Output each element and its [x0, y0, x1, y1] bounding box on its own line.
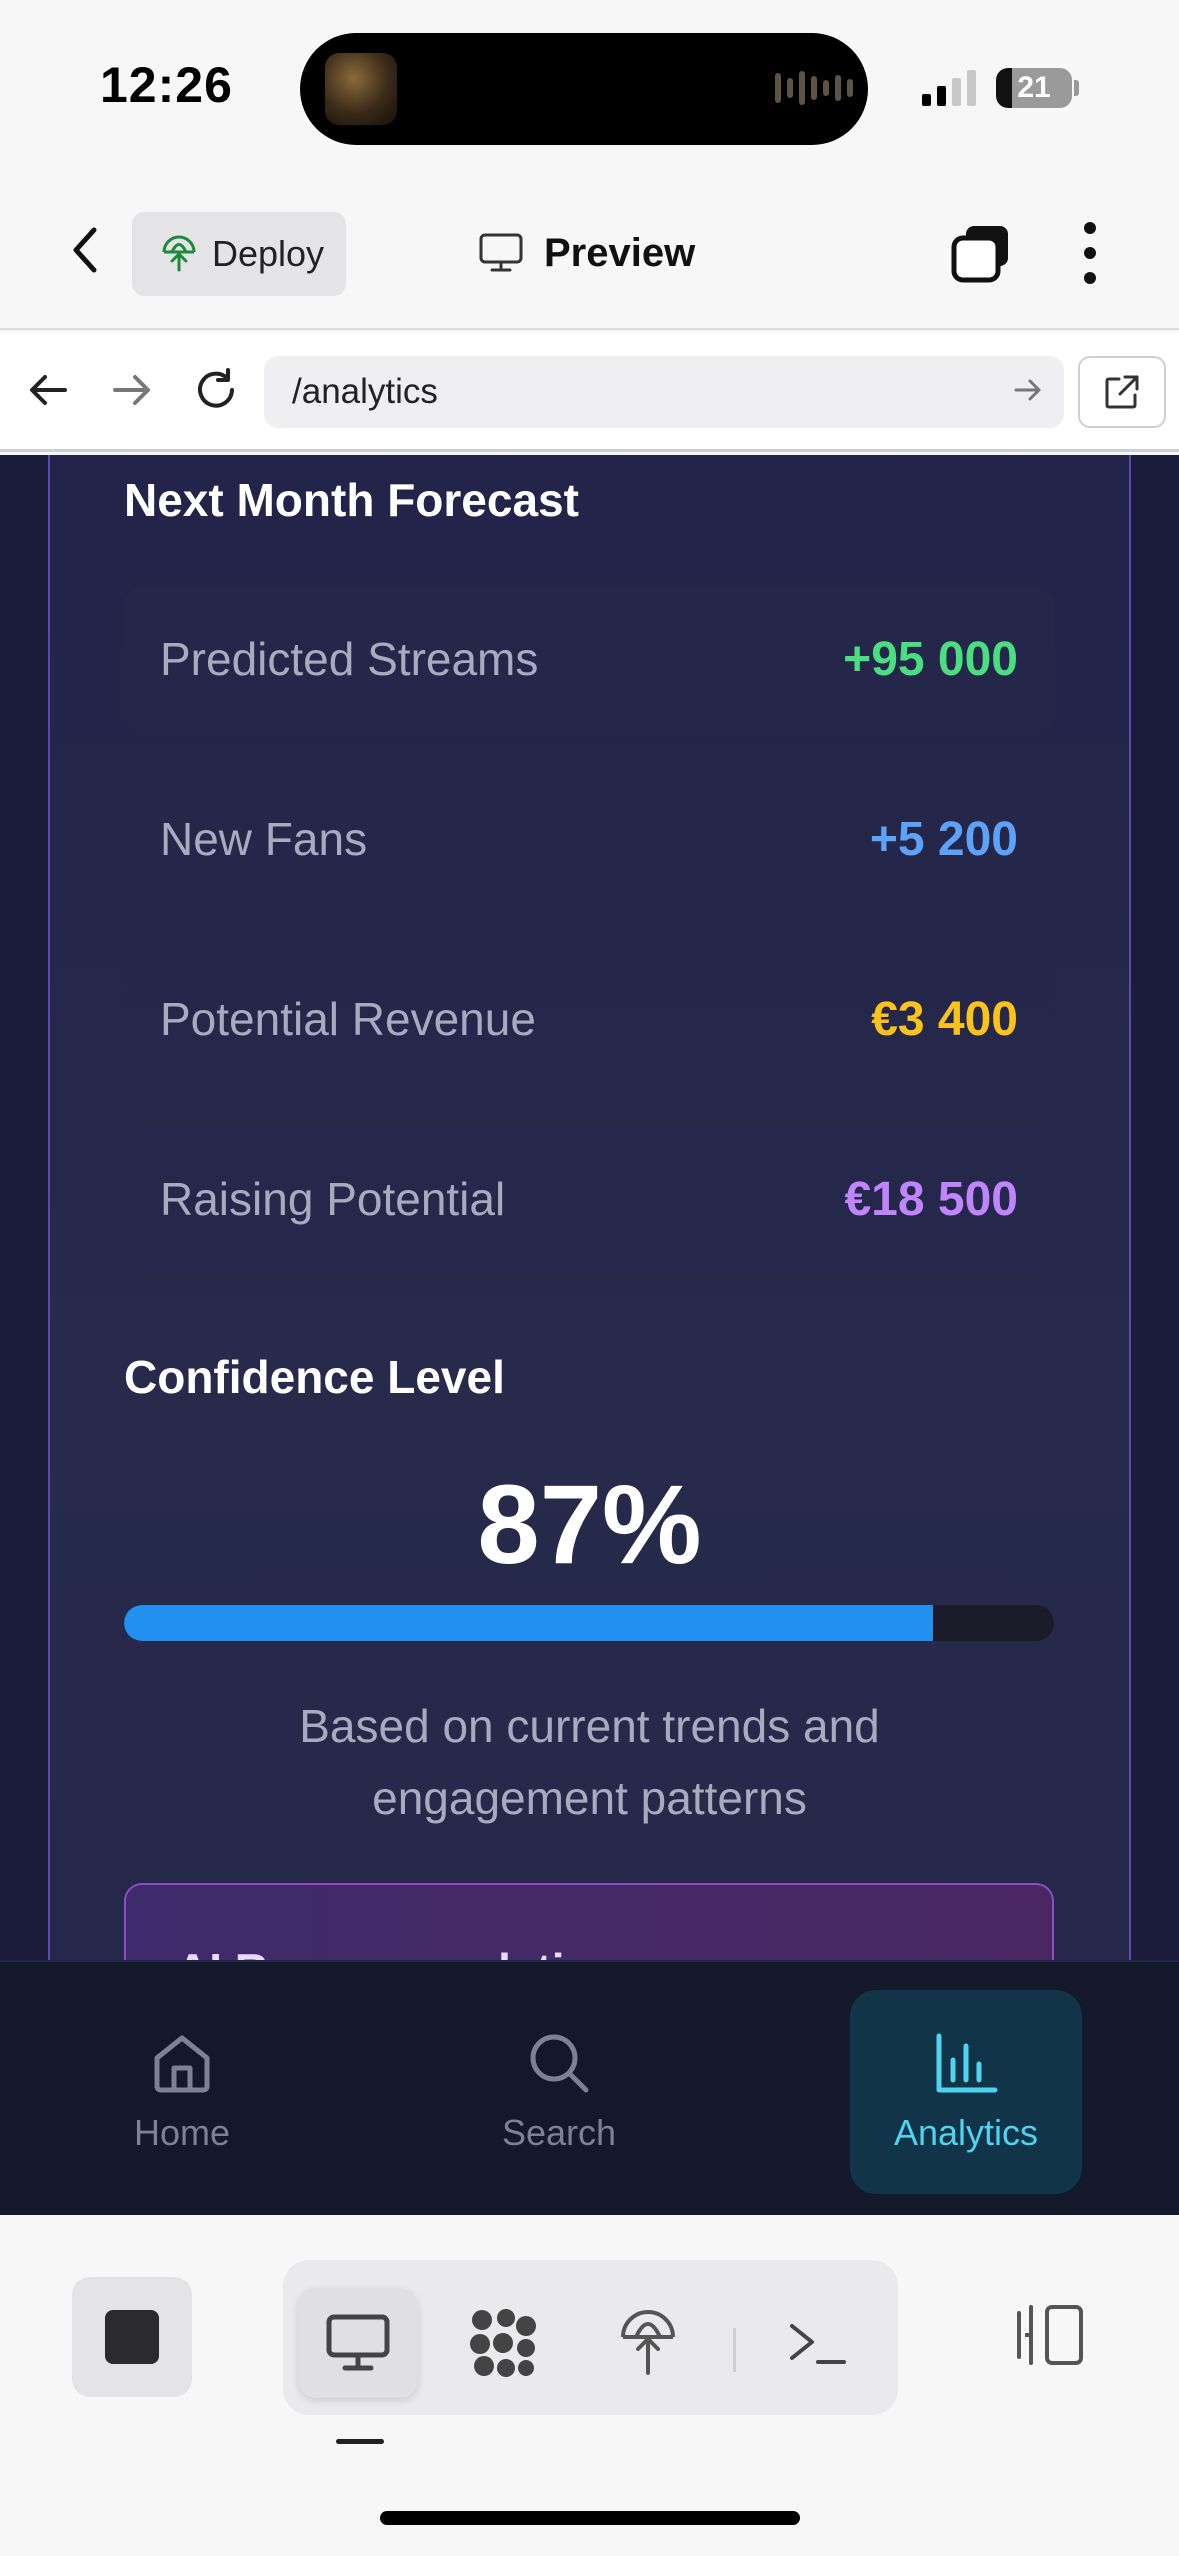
nav-label: Analytics — [893, 2112, 1039, 2153]
view-switcher — [283, 2260, 898, 2415]
active-view-indicator — [336, 2439, 384, 2444]
stop-icon — [105, 2310, 159, 2364]
toolbar-divider — [733, 2328, 736, 2372]
arrow-left-icon — [30, 375, 67, 405]
cellular-signal-icon — [922, 68, 976, 106]
metric-value: +95 000 — [843, 632, 1018, 686]
nav-analytics[interactable]: Analytics — [850, 1990, 1082, 2194]
confidence-progress-bar — [124, 1605, 1054, 1641]
home-indicator[interactable] — [380, 2511, 800, 2525]
search-icon — [530, 2034, 589, 2093]
battery-cap — [1074, 80, 1079, 96]
preview-label: Preview — [544, 230, 696, 275]
app-header: Deploy Preview — [0, 170, 1179, 330]
reload-button[interactable] — [186, 360, 246, 420]
stop-button[interactable] — [72, 2277, 192, 2397]
deploy-icon — [621, 2310, 675, 2375]
more-options-button[interactable] — [1070, 218, 1110, 288]
deploy-label: Deploy — [212, 233, 325, 274]
reload-icon — [198, 368, 234, 408]
desktop-view-button[interactable] — [298, 2288, 418, 2398]
monitor-icon — [479, 233, 523, 272]
home-icon — [154, 2035, 210, 2093]
go-button[interactable] — [1012, 374, 1044, 411]
deploy-button[interactable]: Deploy — [132, 212, 346, 296]
desktop-icon — [326, 2314, 390, 2371]
metric-value: +5 200 — [869, 812, 1018, 866]
panel-toggle-button[interactable] — [1010, 2290, 1090, 2380]
url-field[interactable]: /analytics — [264, 356, 1064, 428]
more-dots-icon — [1084, 222, 1096, 234]
chevron-left-icon — [73, 227, 97, 273]
metric-predicted-streams: Predicted Streams +95 000 — [124, 587, 1054, 731]
nav-home[interactable]: Home — [66, 1990, 298, 2194]
design-view-button[interactable] — [443, 2288, 563, 2398]
confidence-note: Based on current trends and engagement p… — [299, 1700, 880, 1824]
preview-toggle[interactable]: Preview — [478, 220, 695, 286]
arrow-right-icon — [1014, 379, 1041, 401]
audio-waveform-icon — [775, 70, 853, 106]
confidence-title: Confidence Level — [124, 1351, 505, 1403]
forecast-title: Next Month Forecast — [124, 474, 579, 526]
metric-potential-revenue: Potential Revenue €3 400 — [124, 947, 1054, 1091]
panel-toggle-icon — [1017, 2305, 1083, 2365]
url-text: /analytics — [292, 372, 438, 411]
shapes-icon — [470, 2309, 536, 2377]
arrow-right-icon — [113, 375, 150, 405]
back-button[interactable] — [55, 220, 115, 280]
ai-recommendations-title: AI Recommendations — [176, 1943, 646, 1960]
metric-new-fans: New Fans +5 200 — [124, 767, 1054, 911]
editor-toolbar — [0, 2215, 1179, 2556]
nav-label: Search — [501, 2112, 617, 2153]
stacked-windows-icon — [951, 226, 1008, 283]
metric-label: Predicted Streams — [160, 633, 539, 685]
external-link-icon — [1105, 375, 1139, 409]
browser-back-button[interactable] — [18, 360, 78, 420]
now-playing-artwork — [325, 53, 397, 125]
browser-forward-button[interactable] — [102, 360, 162, 420]
nav-search[interactable]: Search — [443, 1990, 675, 2194]
battery-percent: 21 — [1017, 71, 1051, 104]
status-bar: 12:26 21 — [0, 0, 1179, 170]
battery-icon: 21 — [996, 68, 1072, 108]
terminal-button[interactable] — [758, 2288, 878, 2398]
open-external-button[interactable] — [1078, 356, 1166, 428]
ai-recommendations-card[interactable]: AI Recommendations — [124, 1883, 1054, 1960]
status-time: 12:26 — [100, 57, 233, 113]
confidence-value: 87% — [477, 1462, 702, 1587]
nav-label: Home — [133, 2112, 231, 2153]
confidence-progress-fill — [124, 1605, 934, 1641]
browser-bar: /analytics — [0, 332, 1179, 452]
metric-value: €18 500 — [844, 1172, 1018, 1226]
analytics-content[interactable]: Next Month Forecast Predicted Streams +9… — [0, 455, 1179, 1960]
analytics-icon — [936, 2033, 998, 2093]
bottom-nav: Home Search Analytics — [0, 1960, 1179, 2215]
metric-raising-potential: Raising Potential €18 500 — [124, 1127, 1054, 1271]
metric-label: Raising Potential — [160, 1173, 506, 1225]
metric-label: New Fans — [160, 813, 368, 865]
metric-value: €3 400 — [871, 992, 1018, 1046]
deploy-icon — [162, 235, 196, 272]
tabs-button[interactable] — [950, 222, 1014, 286]
metric-label: Potential Revenue — [160, 993, 536, 1045]
deploy-view-button[interactable] — [588, 2288, 708, 2398]
terminal-icon — [790, 2324, 846, 2364]
